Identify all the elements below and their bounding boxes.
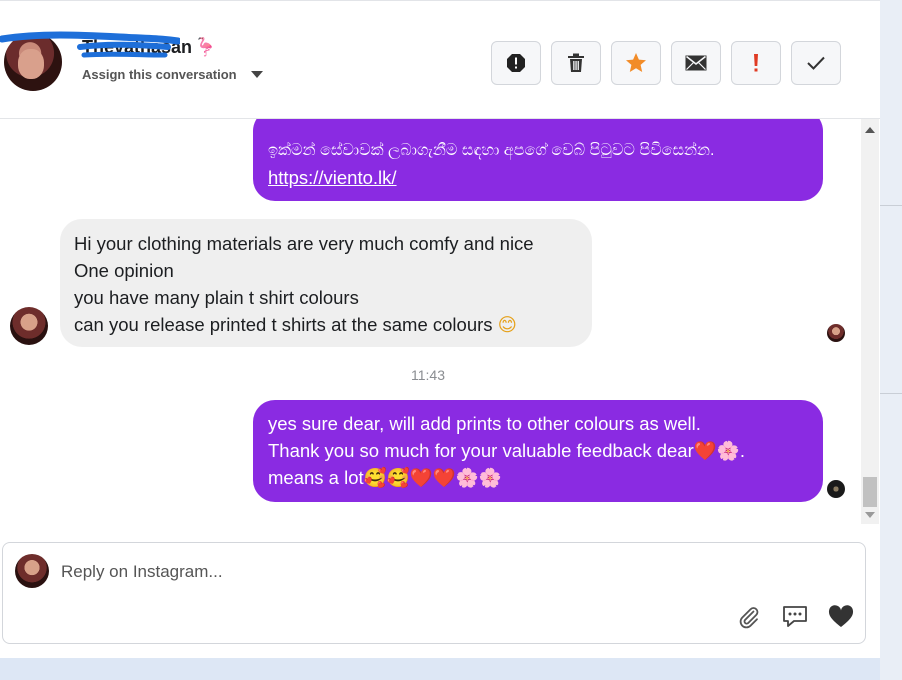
alert-octagon-icon	[507, 54, 525, 72]
mark-done-button[interactable]	[791, 41, 841, 85]
trash-icon	[568, 53, 584, 72]
delete-button[interactable]	[551, 41, 601, 85]
sender-avatar[interactable]	[10, 307, 48, 345]
heart-flower-emoji: ❤️🌸	[693, 440, 740, 461]
seen-avatar	[827, 324, 845, 342]
scroll-down-arrow-icon[interactable]	[865, 512, 875, 518]
window-edge	[880, 0, 902, 680]
checkmark-icon	[807, 56, 825, 70]
message-text: means a lot	[268, 467, 364, 488]
message-text: yes sure dear, will add prints to other …	[268, 413, 701, 434]
conversation-panel: Thevathasan 🦩 Assign this conversation ඉ…	[0, 0, 880, 658]
message-text: .	[739, 440, 745, 461]
like-button[interactable]	[827, 603, 855, 631]
contact-name-text: Thevathasan	[82, 37, 193, 57]
thread-scrollbar[interactable]	[861, 119, 879, 524]
action-toolbar	[491, 41, 841, 85]
message-bubble-incoming: Hi your clothing materials are very much…	[60, 219, 592, 347]
smile-emoji: 😊	[497, 314, 517, 335]
message-bubble-outgoing: ඉක්මන් සේවාවක් ලබාගැනීම සඳහා අපගේ වෙබ් ප…	[253, 119, 823, 201]
star-icon	[626, 53, 646, 72]
message-text: Thank you so much for your valuable feed…	[268, 440, 694, 461]
composer-actions	[735, 603, 855, 631]
message-text: One opinion	[74, 260, 174, 281]
message-text: can you release printed t shirts at the …	[74, 314, 493, 335]
message-text: ඉක්මන් සේවාවක් ලබාගැනීම සඳහා අපගේ වෙබ් ප…	[268, 142, 715, 159]
message-thread: ඉක්මන් සේවාවක් ලබාගැනීම සඳහා අපගේ වෙබ් ප…	[0, 119, 860, 524]
my-avatar	[15, 554, 49, 588]
assign-conversation-dropdown[interactable]: Assign this conversation	[82, 67, 263, 82]
exclamation-icon	[754, 54, 758, 72]
scroll-up-arrow-icon[interactable]	[865, 127, 875, 133]
message-bubble-outgoing: yes sure dear, will add prints to other …	[253, 400, 823, 502]
emoji-sequence: 🥰🥰❤️❤️🌸🌸	[363, 467, 502, 488]
saved-replies-button[interactable]	[781, 603, 809, 631]
contact-avatar[interactable]	[4, 33, 62, 91]
chevron-down-icon	[250, 71, 263, 78]
message-text: Hi your clothing materials are very much…	[74, 233, 534, 254]
reply-composer	[2, 542, 866, 644]
message-text: you have many plain t shirt colours	[74, 287, 359, 308]
envelope-icon	[685, 55, 707, 71]
website-link[interactable]: https://viento.lk/	[268, 167, 397, 188]
message-timestamp: 11:43	[411, 367, 445, 383]
conversation-header: Thevathasan 🦩 Assign this conversation	[0, 9, 880, 119]
paperclip-icon	[739, 607, 759, 629]
scrollbar-thumb[interactable]	[863, 477, 877, 507]
attach-button[interactable]	[735, 603, 763, 631]
mark-important-button[interactable]	[731, 41, 781, 85]
seen-avatar	[827, 480, 845, 498]
email-button[interactable]	[671, 41, 721, 85]
reply-input[interactable]	[61, 559, 621, 585]
star-button[interactable]	[611, 41, 661, 85]
contact-name: Thevathasan 🦩	[82, 37, 216, 58]
assign-label: Assign this conversation	[82, 67, 237, 82]
flamingo-emoji: 🦩	[194, 37, 217, 57]
heart-icon	[828, 605, 854, 627]
speech-bubble-icon	[783, 606, 807, 627]
report-button[interactable]	[491, 41, 541, 85]
